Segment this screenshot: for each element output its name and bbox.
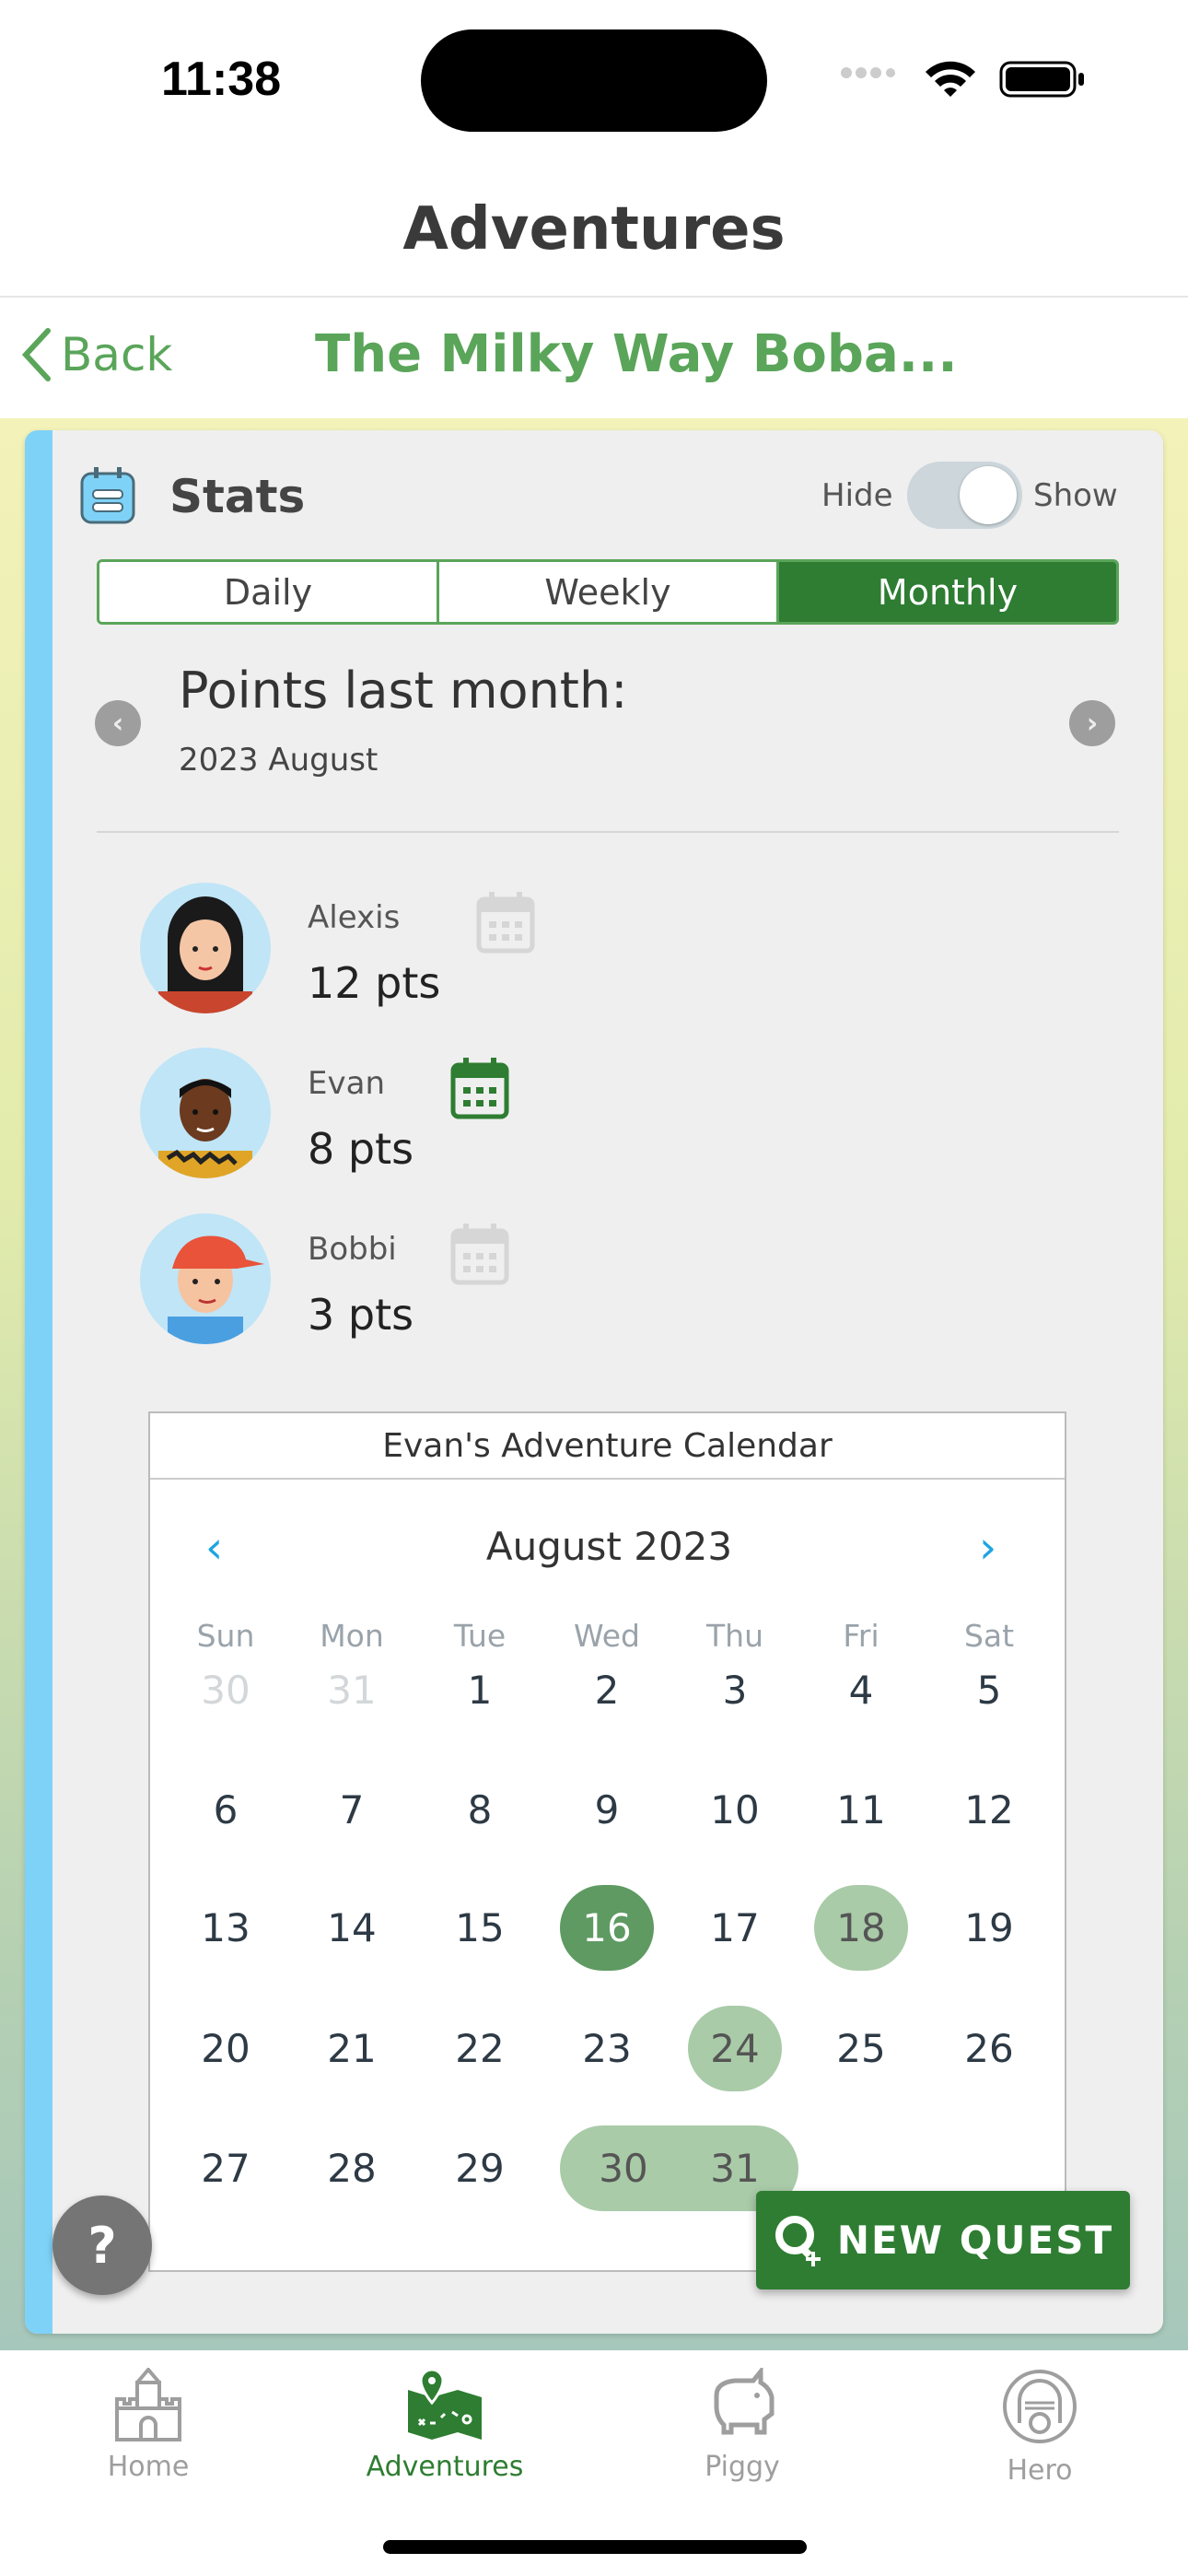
tabbar-item-home[interactable]: Home xyxy=(38,2368,259,2483)
member-name: Evan xyxy=(308,1065,385,1102)
calendar-day[interactable]: 25 xyxy=(801,2006,921,2091)
calendar-day[interactable]: 15 xyxy=(420,1885,540,1971)
calendar-day[interactable]: 18 xyxy=(814,1885,908,1971)
tabbar-item-adventures[interactable]: Adventures xyxy=(334,2368,555,2483)
calendar-day[interactable]: 20 xyxy=(166,2006,285,2091)
tabbar-item-hero[interactable]: Hero xyxy=(929,2368,1150,2487)
back-button[interactable]: Back xyxy=(20,327,172,382)
back-label: Back xyxy=(61,328,173,381)
tab-monthly[interactable]: Monthly xyxy=(779,562,1116,622)
dynamic-island xyxy=(421,29,767,132)
quest-add-icon xyxy=(775,2215,821,2266)
new-quest-button[interactable]: NEW QUEST xyxy=(756,2191,1130,2289)
calendar-day[interactable]: 23 xyxy=(547,2006,667,2091)
member-name: Alexis xyxy=(308,899,401,936)
card-accent-bar xyxy=(25,430,52,2334)
calendar-day[interactable]: 30 xyxy=(560,2125,687,2211)
calendar-day[interactable]: 13 xyxy=(166,1885,285,1971)
adventure-title: The Milky Way Boba... xyxy=(315,324,958,384)
avatar-alexis xyxy=(140,883,271,1013)
calendar-day[interactable]: 8 xyxy=(420,1767,540,1853)
status-time: 11:38 xyxy=(161,53,282,106)
help-button[interactable]: ? xyxy=(52,2195,152,2295)
calendar-day[interactable]: 5 xyxy=(929,1647,1049,1733)
tabbar-label: Adventures xyxy=(366,2451,524,2483)
member-points: 3 pts xyxy=(308,1290,414,1340)
stats-title: Stats xyxy=(169,470,306,523)
calendar-day[interactable]: 31 xyxy=(292,1647,412,1733)
avatar-evan xyxy=(140,1048,271,1178)
member-points: 12 pts xyxy=(308,958,441,1008)
home-indicator xyxy=(383,2540,807,2554)
show-label: Show xyxy=(1033,477,1118,514)
member-name: Bobbi xyxy=(308,1231,397,1268)
next-period-button[interactable]: › xyxy=(1069,700,1115,746)
chevron-right-icon: › xyxy=(979,1522,997,1574)
battery-icon xyxy=(999,61,1084,98)
adventure-calendar: Evan's Adventure Calendar ‹ August 2023 … xyxy=(148,1411,1066,2272)
calendar-day[interactable]: 12 xyxy=(929,1767,1049,1853)
calendar-day[interactable]: 26 xyxy=(929,2006,1049,2091)
tabbar-label: Piggy xyxy=(705,2451,780,2483)
tab-weekly[interactable]: Weekly xyxy=(439,562,779,622)
piggy-bank-icon xyxy=(714,2368,775,2435)
tab-daily[interactable]: Daily xyxy=(99,562,439,622)
previous-period-button[interactable]: ‹ xyxy=(95,700,141,746)
calendar-day[interactable]: 21 xyxy=(292,2006,412,2091)
calendar-day[interactable]: 11 xyxy=(801,1767,921,1853)
tabbar-item-piggy[interactable]: Piggy xyxy=(632,2368,853,2483)
new-quest-label: NEW QUEST xyxy=(836,2218,1114,2263)
divider xyxy=(0,296,1188,298)
calendar-day[interactable]: 9 xyxy=(547,1767,667,1853)
calendar-day[interactable]: 28 xyxy=(292,2125,412,2211)
calendar-day[interactable]: 6 xyxy=(166,1767,285,1853)
calendar-day[interactable]: 3 xyxy=(675,1647,795,1733)
hide-label: Hide xyxy=(821,477,893,514)
calendar-day[interactable]: 22 xyxy=(420,2006,540,2091)
show-toggle[interactable] xyxy=(907,462,1022,529)
chevron-left-icon xyxy=(21,328,51,381)
calendar-day[interactable]: 19 xyxy=(929,1885,1049,1971)
period-title: Points last month: xyxy=(179,662,628,720)
calendar-title: Evan's Adventure Calendar xyxy=(150,1413,1065,1480)
stats-icon xyxy=(80,467,135,524)
calendar-day[interactable]: 10 xyxy=(675,1767,795,1853)
calendar-day[interactable]: 29 xyxy=(420,2125,540,2211)
signal-icon xyxy=(841,67,895,78)
knight-helmet-icon xyxy=(1003,2370,1077,2443)
castle-icon xyxy=(115,2368,181,2441)
member-points: 8 pts xyxy=(308,1124,414,1174)
calendar-icon[interactable] xyxy=(450,1224,509,1286)
calendar-month: August 2023 xyxy=(485,1524,733,1569)
calendar-day[interactable]: 1 xyxy=(420,1647,540,1733)
wifi-icon xyxy=(926,61,975,97)
calendar-day[interactable]: 27 xyxy=(166,2125,285,2211)
period-segmented-control: Daily Weekly Monthly xyxy=(97,559,1119,625)
avatar-bobbi xyxy=(140,1213,271,1344)
map-icon xyxy=(408,2368,482,2440)
chevron-right-icon: › xyxy=(1086,707,1099,740)
calendar-day[interactable]: 17 xyxy=(675,1885,795,1971)
calendar-day[interactable]: 16 xyxy=(560,1885,654,1971)
tabbar-label: Home xyxy=(107,2451,190,2483)
calendar-day[interactable]: 7 xyxy=(292,1767,412,1853)
chevron-left-icon: ‹ xyxy=(111,707,124,740)
calendar-day[interactable]: 2 xyxy=(547,1647,667,1733)
calendar-icon[interactable] xyxy=(450,1058,509,1120)
next-month-button[interactable]: › xyxy=(979,1522,996,1574)
toggle-knob xyxy=(960,466,1017,524)
calendar-day[interactable]: 14 xyxy=(292,1885,412,1971)
calendar-day[interactable]: 4 xyxy=(801,1647,921,1733)
calendar-day[interactable]: 24 xyxy=(688,2006,782,2091)
calendar-day[interactable]: 30 xyxy=(166,1647,285,1733)
tabbar-label: Hero xyxy=(1007,2454,1073,2487)
calendar-icon[interactable] xyxy=(476,892,535,954)
period-label: 2023 August xyxy=(179,742,379,779)
divider xyxy=(97,831,1119,833)
page-title: Adventures xyxy=(402,195,786,263)
